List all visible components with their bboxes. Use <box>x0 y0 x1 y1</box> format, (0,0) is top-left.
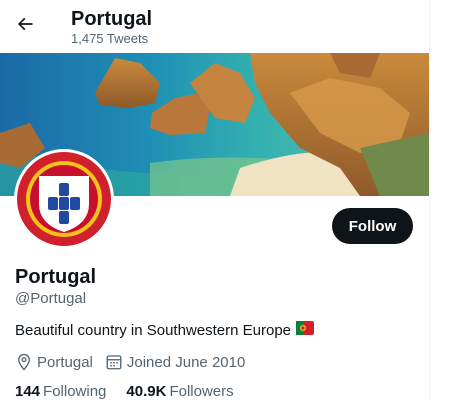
following-count: 144 <box>15 383 41 400</box>
tweet-count: 1,475 Tweets <box>71 31 149 46</box>
location-text: Portugal <box>37 353 93 371</box>
calendar-icon <box>105 353 123 371</box>
followers-count: 40.9K <box>126 383 167 400</box>
profile-page: Portugal 1,475 Tweets Follow Portugal @P… <box>0 0 450 400</box>
followers-label: Followers <box>169 383 234 400</box>
location-pin-icon <box>15 353 33 371</box>
header-title: Portugal <box>71 8 153 30</box>
following-link[interactable]: 144 Following <box>15 383 106 400</box>
follow-button[interactable]: Follow <box>332 208 413 244</box>
profile-stats: 144 Following 40.9K Followers <box>15 383 254 400</box>
profile-bio: Beautiful country in Southwestern Europe <box>15 321 314 340</box>
portugal-flag-icon <box>296 321 314 340</box>
back-button[interactable] <box>10 11 40 41</box>
following-label: Following <box>43 383 107 400</box>
column-divider <box>429 0 430 400</box>
profile-header: Portugal 1,475 Tweets <box>0 0 429 53</box>
join-date: Joined June 2010 <box>105 353 245 371</box>
join-date-text: Joined June 2010 <box>126 353 246 371</box>
profile-handle: @Portugal <box>15 290 87 307</box>
location: Portugal <box>15 353 93 371</box>
avatar[interactable] <box>14 149 114 249</box>
followers-link[interactable]: 40.9K Followers <box>126 383 233 400</box>
bio-text: Beautiful country in Southwestern Europe <box>15 321 291 339</box>
portugal-coat-of-arms-icon <box>17 152 111 246</box>
profile-meta: Portugal Joined June 2010 <box>15 352 257 372</box>
arrow-left-icon <box>15 14 35 39</box>
profile-name: Portugal <box>15 266 97 288</box>
